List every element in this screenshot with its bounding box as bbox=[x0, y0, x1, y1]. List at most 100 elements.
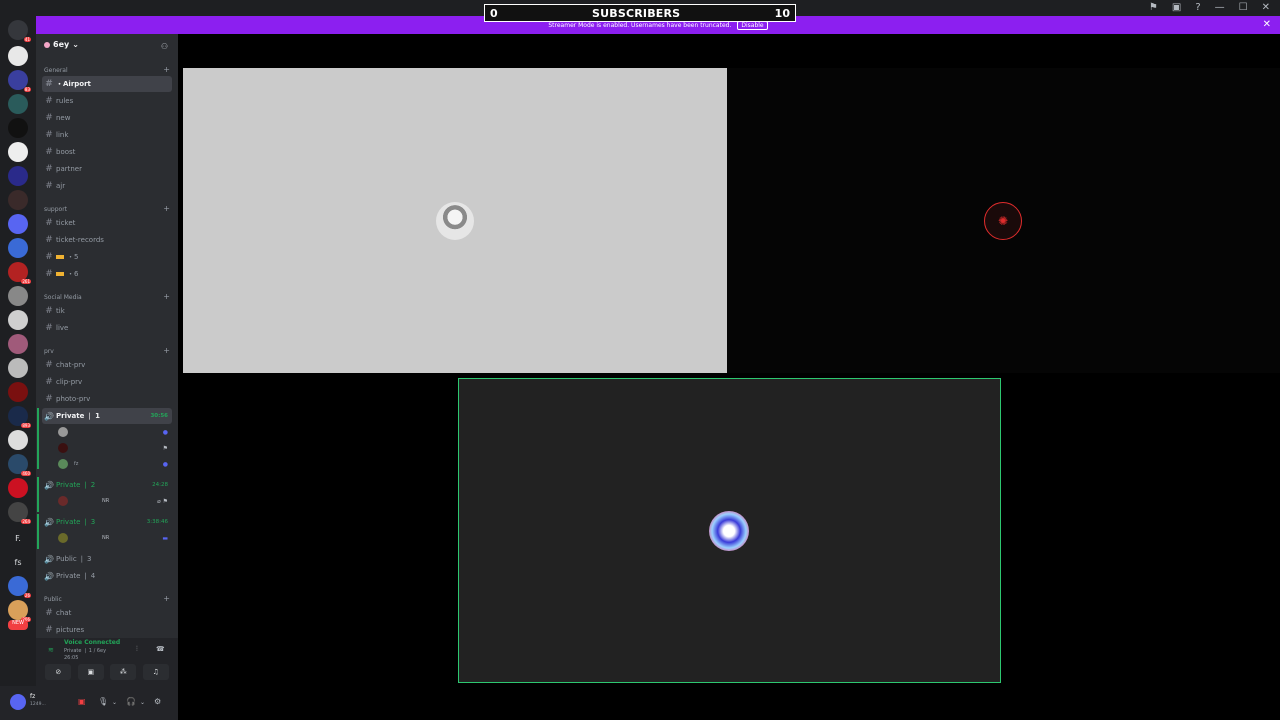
avatar[interactable] bbox=[10, 694, 26, 710]
server-icon[interactable] bbox=[8, 118, 28, 138]
hash-icon: # bbox=[45, 360, 53, 370]
active-voice-indicator bbox=[37, 408, 39, 469]
category-support[interactable]: support bbox=[44, 206, 67, 213]
channel-sidebar: 6ey ⌄ ⚇ General + # ・Airport # rules # new #… bbox=[36, 34, 178, 720]
server-icon[interactable] bbox=[8, 286, 28, 306]
add-channel-icon[interactable]: + bbox=[163, 65, 170, 74]
user-status: 1249... bbox=[30, 702, 46, 707]
maximize-icon[interactable]: ☐ bbox=[1239, 2, 1248, 13]
voice-user[interactable]: ● bbox=[58, 425, 172, 439]
minimize-icon[interactable]: — bbox=[1215, 2, 1225, 13]
category-public[interactable]: Public bbox=[44, 596, 62, 603]
channel-ticket-records[interactable]: # ticket-records bbox=[42, 232, 172, 248]
speaker-icon: 🔊 bbox=[44, 480, 54, 490]
channel-ticket[interactable]: # ticket bbox=[42, 215, 172, 231]
camera-button[interactable]: ⊘ bbox=[45, 664, 72, 680]
channel-ajr[interactable]: # ajr bbox=[42, 178, 172, 194]
category-prv[interactable]: prv bbox=[44, 348, 54, 355]
server-icon[interactable] bbox=[8, 142, 28, 162]
channel-chat[interactable]: # chat bbox=[42, 605, 172, 621]
server-icon[interactable]: 460 bbox=[8, 454, 31, 476]
server-icon[interactable] bbox=[8, 94, 28, 114]
channel-clip-prv[interactable]: # clip-prv bbox=[42, 374, 172, 390]
stream-icon[interactable]: ▣ bbox=[78, 697, 86, 706]
add-channel-icon[interactable]: + bbox=[163, 594, 170, 603]
channel-pictures[interactable]: # pictures bbox=[42, 622, 172, 638]
server-icon[interactable]: 261 bbox=[8, 262, 31, 284]
voice-user[interactable]: ⚑ bbox=[58, 441, 172, 455]
server-icon[interactable]: 893 bbox=[8, 406, 31, 428]
server-icon[interactable] bbox=[8, 166, 28, 186]
category-general[interactable]: General bbox=[44, 67, 68, 74]
screen-share-button[interactable]: ▣ bbox=[77, 664, 104, 680]
channel-photo-prv[interactable]: # photo-prv bbox=[42, 391, 172, 407]
category-social-media[interactable]: Social Media bbox=[44, 294, 82, 301]
server-initial[interactable]: fs bbox=[8, 552, 28, 572]
folder-icon[interactable] bbox=[8, 214, 28, 234]
voice-user[interactable]: NR ▬ bbox=[58, 531, 172, 545]
server-icon[interactable] bbox=[8, 358, 28, 378]
channel-rules[interactable]: # rules bbox=[42, 93, 172, 109]
voice-private-2[interactable]: 🔊 Private ❘ 2 24:28 bbox=[42, 477, 172, 493]
channel-airport[interactable]: # ・Airport bbox=[42, 76, 172, 92]
channel-tik[interactable]: # tik bbox=[42, 303, 172, 319]
help-icon[interactable]: ? bbox=[1195, 2, 1200, 13]
voice-public-3[interactable]: 🔊 Public ❘ 3 bbox=[42, 551, 172, 567]
home-icon[interactable]: 41 bbox=[8, 20, 31, 42]
server-icon[interactable] bbox=[8, 190, 28, 210]
speaker-icon: 🔊 bbox=[44, 517, 54, 527]
voice-user[interactable]: NR ⌀ ⚑ bbox=[58, 494, 172, 508]
add-channel-icon[interactable]: + bbox=[163, 204, 170, 213]
add-channel-icon[interactable]: + bbox=[163, 292, 170, 301]
avatar bbox=[58, 427, 68, 437]
server-icon[interactable]: 83 bbox=[8, 70, 31, 92]
channel-partner[interactable]: # partner bbox=[42, 161, 172, 177]
chevron-down-icon[interactable]: ⌄ bbox=[140, 699, 145, 706]
noise-suppression-icon[interactable]: ⫶ bbox=[136, 645, 138, 654]
chevron-down-icon[interactable]: ⌄ bbox=[112, 699, 117, 706]
channel-live[interactable]: # live bbox=[42, 320, 172, 336]
server-icon[interactable] bbox=[8, 478, 28, 498]
server-icon[interactable] bbox=[8, 46, 28, 66]
server-icon[interactable]: 206 bbox=[8, 600, 31, 622]
voice-private-3[interactable]: 🔊 Private ❘ 3 3:38:46 bbox=[42, 514, 172, 530]
close-window-icon[interactable]: ✕ bbox=[1262, 2, 1270, 13]
server-header[interactable]: 6ey ⌄ bbox=[44, 40, 79, 49]
disconnect-icon[interactable]: ☎ bbox=[156, 645, 165, 653]
activity-button[interactable]: ⁂ bbox=[110, 664, 137, 680]
server-icon[interactable] bbox=[8, 382, 28, 402]
server-icon[interactable]: 26 bbox=[8, 576, 31, 598]
server-icon[interactable] bbox=[8, 238, 28, 258]
subscriber-counter-overlay: 0 SUBSCRIBERS 10 bbox=[484, 4, 796, 22]
channel-new[interactable]: # new bbox=[42, 110, 172, 126]
voice-private-4[interactable]: 🔊 Private ❘ 4 bbox=[42, 568, 172, 584]
add-channel-icon[interactable]: + bbox=[163, 346, 170, 355]
voice-private-1[interactable]: 🔊 Private ❘ 1 30:56 bbox=[42, 408, 172, 424]
banner-close-icon[interactable]: ✕ bbox=[1263, 19, 1271, 30]
counter-right-value: 10 bbox=[774, 6, 790, 20]
signal-icon[interactable]: ≋ bbox=[48, 646, 54, 654]
microphone-icon[interactable]: 🎙 bbox=[98, 697, 108, 706]
pin-icon[interactable]: ⚑ bbox=[1149, 2, 1158, 13]
server-icon[interactable]: 264 bbox=[8, 502, 31, 524]
screen-icon[interactable]: ▣ bbox=[1172, 2, 1181, 13]
server-icon[interactable] bbox=[8, 310, 28, 330]
channel-chat-prv[interactable]: # chat-prv bbox=[42, 357, 172, 373]
headphones-icon[interactable]: 🎧 bbox=[126, 697, 136, 706]
channel-link[interactable]: # link bbox=[42, 127, 172, 143]
voice-user[interactable]: fz ● bbox=[58, 457, 172, 471]
channel-5[interactable]: # ・5 bbox=[42, 249, 172, 265]
voice-channel-name[interactable]: Private ❘ 1 / 6ey bbox=[64, 648, 106, 654]
hash-icon: # bbox=[45, 323, 53, 333]
channel-boost[interactable]: # boost bbox=[42, 144, 172, 160]
status-icon: ⚑ bbox=[162, 444, 168, 452]
hash-icon: # bbox=[45, 252, 53, 262]
server-icon[interactable] bbox=[8, 334, 28, 354]
settings-gear-icon[interactable]: ⚙ bbox=[154, 697, 161, 706]
add-member-icon[interactable]: ⚇ bbox=[161, 42, 168, 51]
voice-indicator bbox=[37, 477, 39, 512]
server-initial[interactable]: F. bbox=[8, 528, 28, 548]
soundboard-button[interactable]: ♫ bbox=[142, 664, 169, 680]
channel-6[interactable]: # ・6 bbox=[42, 266, 172, 282]
server-icon[interactable] bbox=[8, 430, 28, 450]
